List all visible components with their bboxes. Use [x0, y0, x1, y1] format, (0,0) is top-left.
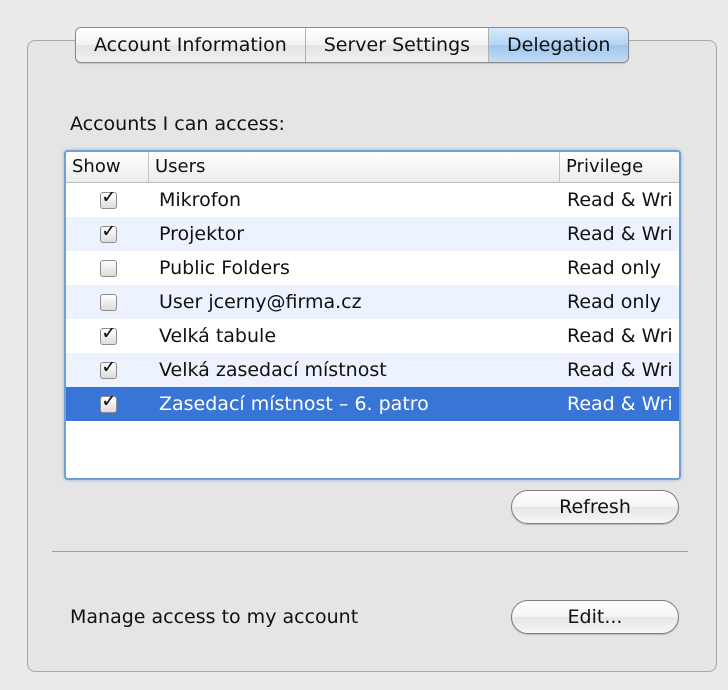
- checkmark-icon: ✓: [101, 327, 118, 344]
- table-row[interactable]: User jcerny@firma.cz Read only: [66, 285, 679, 319]
- show-checkbox[interactable]: ✓: [100, 225, 118, 243]
- manage-access-label: Manage access to my account: [70, 606, 359, 628]
- show-cell: [66, 259, 149, 277]
- user-cell: Velká tabule: [159, 325, 277, 347]
- show-checkbox[interactable]: ✓: [100, 361, 118, 379]
- refresh-button[interactable]: Refresh: [511, 490, 679, 524]
- column-header-show[interactable]: Show: [66, 152, 149, 182]
- privilege-cell: Read only: [567, 291, 661, 313]
- user-cell: Projektor: [159, 223, 244, 245]
- show-checkbox[interactable]: [100, 259, 117, 277]
- table-row[interactable]: Public Folders Read only: [66, 251, 679, 285]
- tab-account-information[interactable]: Account Information: [76, 28, 306, 62]
- show-checkbox[interactable]: ✓: [100, 191, 118, 209]
- show-cell: ✓: [66, 225, 149, 243]
- privilege-cell: Read & Wri: [567, 393, 673, 415]
- edit-button[interactable]: Edit...: [511, 600, 679, 634]
- user-cell: User jcerny@firma.cz: [159, 291, 362, 313]
- privilege-cell: Read & Wri: [567, 189, 673, 211]
- user-cell: Zasedací místnost – 6. patro: [159, 393, 429, 415]
- show-checkbox[interactable]: ✓: [100, 395, 118, 413]
- checkmark-icon: ✓: [101, 361, 118, 378]
- tab-delegation[interactable]: Delegation: [489, 28, 629, 62]
- table-row[interactable]: ✓ Velká zasedací místnost Read & Wri: [66, 353, 679, 387]
- table-row[interactable]: ✓ Zasedací místnost – 6. patro Read & Wri: [66, 387, 679, 421]
- table-row[interactable]: ✓ Projektor Read & Wri: [66, 217, 679, 251]
- column-header-privilege[interactable]: Privilege: [560, 152, 679, 182]
- user-cell: Public Folders: [159, 257, 290, 279]
- privilege-cell: Read & Wri: [567, 359, 673, 381]
- tab-bar: Account Information Server Settings Dele…: [75, 27, 630, 63]
- table-body: ✓ Mikrofon Read & Wri ✓ Projektor Read & Wri P…: [66, 183, 679, 421]
- accounts-table[interactable]: Show Users Privilege ✓ Mikrofon Read & Wri…: [64, 150, 681, 480]
- table-row[interactable]: ✓ Mikrofon Read & Wri: [66, 183, 679, 217]
- show-cell: ✓: [66, 395, 149, 413]
- show-cell: ✓: [66, 361, 149, 379]
- tab-server-settings[interactable]: Server Settings: [305, 28, 490, 62]
- show-cell: ✓: [66, 191, 149, 209]
- checkmark-icon: ✓: [101, 191, 118, 208]
- show-cell: ✓: [66, 327, 149, 345]
- divider: [52, 551, 688, 552]
- privilege-cell: Read only: [567, 257, 661, 279]
- show-checkbox[interactable]: [100, 293, 117, 311]
- user-cell: Velká zasedací místnost: [159, 359, 387, 381]
- privilege-cell: Read & Wri: [567, 223, 673, 245]
- table-row[interactable]: ✓ Velká tabule Read & Wri: [66, 319, 679, 353]
- privilege-cell: Read & Wri: [567, 325, 673, 347]
- accounts-section-label: Accounts I can access:: [70, 113, 285, 135]
- show-cell: [66, 293, 149, 311]
- user-cell: Mikrofon: [159, 189, 242, 211]
- table-header: Show Users Privilege: [66, 152, 679, 183]
- checkmark-icon: ✓: [101, 395, 118, 412]
- show-checkbox[interactable]: ✓: [100, 327, 118, 345]
- checkmark-icon: ✓: [101, 225, 118, 242]
- column-header-users[interactable]: Users: [149, 152, 560, 182]
